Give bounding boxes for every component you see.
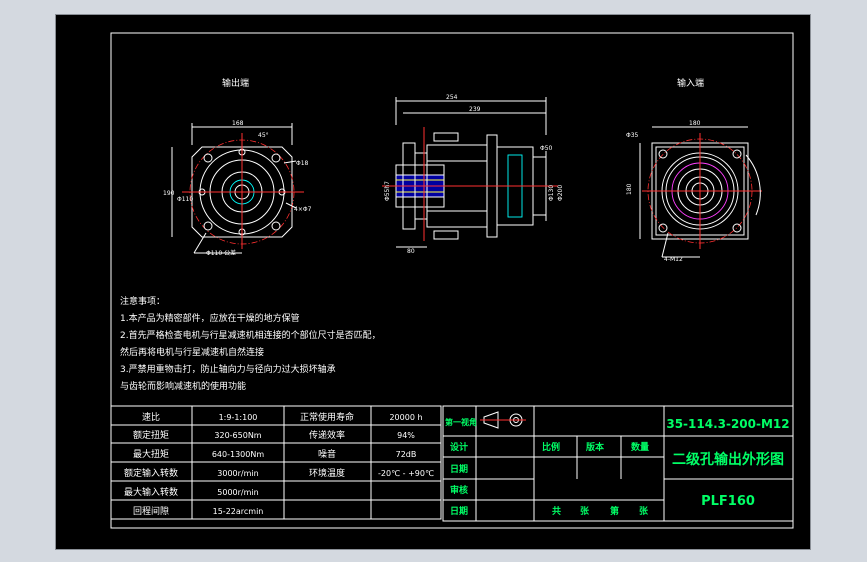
dim-right-h: 180: [626, 183, 633, 195]
quantity-label: 数量: [631, 441, 649, 453]
notes-title: 注意事项：: [120, 295, 165, 307]
dim-mid-len: 239: [469, 106, 481, 113]
projection-label: 第一视角: [445, 417, 477, 427]
note-line: 3.严禁用重物击打，防止轴向力与径向力过大损坏轴承: [120, 363, 336, 375]
spec-value: 5000r/min: [217, 488, 258, 497]
date-label: 日期: [450, 463, 468, 475]
spec-label: 最大输入转数: [124, 486, 178, 498]
title-block: 第一视角 设计 比例 版本 数量 日期 审核 日期 共 张 第 张 35-114…: [442, 405, 794, 522]
total-sheets-label: 共: [552, 505, 561, 517]
drawing-name: 二级孔输出外形图: [672, 451, 784, 468]
technical-notes: 注意事项： 1.本产品为精密部件，应放在干燥的地方保管 2.首先严格检查电机与行…: [120, 295, 381, 392]
dim-mid-d: Φ55h7: [384, 181, 391, 201]
drawing-canvas: 输出端 168 45° Φ18 4×Φ7 190 Φ110 Φ110 公差 25…: [110, 32, 794, 529]
spec-value: -20℃ - +90℃: [378, 469, 434, 478]
drawing-number: 35-114.3-200-M12: [666, 417, 789, 431]
input-end-label: 输入端: [677, 77, 704, 89]
drawing-sheet: 输出端 168 45° Φ18 4×Φ7 190 Φ110 Φ110 公差 25…: [55, 14, 811, 550]
spec-label: 额定扭矩: [133, 429, 169, 441]
bolt-hole: [271, 153, 281, 163]
sheet-unit-label: 张: [580, 505, 590, 517]
spec-value: 320-650Nm: [214, 431, 261, 440]
bolt-hole: [732, 223, 742, 233]
side-view: 254 239 Φ55h7 80 Φ50 Φ130 Φ200: [382, 94, 564, 255]
spec-label: 最大扭矩: [133, 448, 169, 460]
bolt-hole: [203, 153, 213, 163]
bolt-hole: [732, 149, 742, 159]
note-line: 与齿轮而影响减速机的使用功能: [120, 380, 246, 392]
spec-value: 20000 h: [389, 413, 422, 422]
dim-mid-in1: Φ50: [540, 145, 553, 152]
dim-mid-in2: Φ130: [548, 185, 555, 201]
spec-label: 回程间隙: [133, 505, 169, 517]
note-line: 2.首先严格检查电机与行星减速机相连接的个部位尺寸是否匹配，: [120, 329, 381, 341]
dim-right-w: 180: [689, 120, 701, 127]
dim-mid-total: 254: [446, 94, 458, 101]
dim-right-d: Φ35: [626, 132, 639, 139]
spec-label: 噪音: [318, 448, 336, 460]
spec-label: 环境温度: [309, 467, 345, 479]
bolt-hole: [203, 221, 213, 231]
spec-label: 额定输入转数: [124, 467, 178, 479]
dim-left-bolt: 4×Φ7: [294, 206, 312, 213]
dim-left-height: 190: [163, 190, 175, 197]
bolt-hole: [271, 221, 281, 231]
spec-value: 15-22arcmin: [213, 507, 264, 516]
spec-value: 72dB: [396, 450, 417, 459]
dim-left-tol: Φ110 公差: [206, 249, 236, 257]
spec-value: 1:9-1:100: [219, 413, 258, 422]
design-label: 设计: [450, 441, 468, 453]
scale-label: 比例: [542, 441, 560, 453]
output-end-label: 输出端: [222, 77, 249, 89]
note-line: 1.本产品为精密部件，应放在干燥的地方保管: [120, 312, 300, 324]
input-end-view: 输入端 180 Φ35 180 4-M12: [626, 77, 762, 263]
spec-label: 速比: [142, 411, 160, 423]
spec-table: 速比 1:9-1:100 正常使用寿命 20000 h 额定扭矩 320-650…: [110, 405, 442, 520]
dim-left-d2: Φ110: [177, 196, 193, 203]
spec-value: 3000r/min: [217, 469, 258, 478]
dim-left-d1: Φ18: [296, 160, 309, 167]
output-end-view: 输出端 168 45° Φ18 4×Φ7 190 Φ110 Φ110 公差: [163, 77, 312, 257]
spec-label: 正常使用寿命: [300, 411, 354, 423]
dim-left-width: 168: [232, 120, 244, 127]
dim-left-angle: 45°: [258, 132, 269, 139]
spec-value: 640-1300Nm: [212, 450, 265, 459]
review-label: 审核: [450, 484, 468, 496]
version-label: 版本: [585, 441, 605, 453]
spec-value: 94%: [397, 431, 415, 440]
model-number: PLF160: [701, 494, 755, 509]
sheet-no-label: 第: [610, 505, 619, 517]
dim-mid-short: 80: [407, 248, 415, 255]
sheet-unit-label-2: 张: [639, 505, 649, 517]
note-line: 然后再将电机与行星减速机自然连接: [120, 346, 264, 358]
dim-mid-in3: Φ200: [557, 185, 564, 201]
date-label-2: 日期: [450, 505, 468, 517]
spec-label: 传递效率: [309, 429, 345, 441]
dim-right-tol: 4-M12: [664, 256, 683, 263]
